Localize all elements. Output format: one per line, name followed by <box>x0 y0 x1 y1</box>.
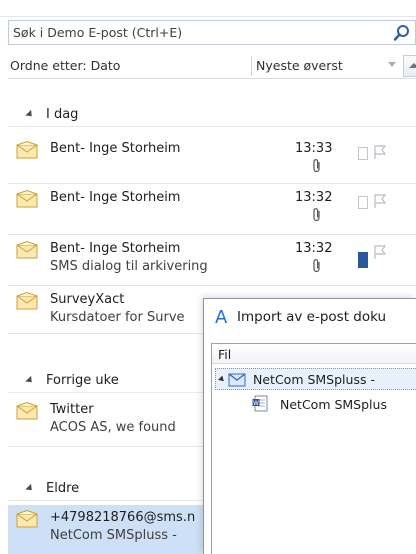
message-row[interactable]: Bent- Inge Storheim 13:33 <box>8 136 416 184</box>
app-logo-icon: A <box>215 307 228 328</box>
message-row[interactable]: Bent- Inge Storheim SMS dialog til arkiv… <box>8 236 416 286</box>
flag-icon[interactable] <box>372 144 388 160</box>
tree-item-email[interactable]: NetCom SMSpluss - <box>215 368 416 390</box>
envelope-icon <box>16 402 38 420</box>
envelope-icon <box>16 510 38 528</box>
mail-icon <box>228 373 246 387</box>
message-sender: Bent- Inge Storheim <box>50 190 181 205</box>
message-sender: SurveyXact <box>50 292 125 307</box>
file-tree: Fil NetCom SMSpluss - W NetCom SMSplus <box>211 343 416 554</box>
scroll-up-button[interactable] <box>403 55 416 77</box>
collapse-caret-icon[interactable] <box>25 109 35 120</box>
message-sender: Bent- Inge Storheim <box>50 241 181 256</box>
message-subject: NetCom SMSpluss - <box>50 528 177 543</box>
message-sender: Twitter <box>50 402 94 417</box>
tree-item-attachment[interactable]: W NetCom SMSplus <box>252 394 416 414</box>
sort-divider <box>251 56 252 76</box>
category-icon[interactable] <box>358 252 368 268</box>
category-icon[interactable] <box>358 196 368 209</box>
top-strip <box>0 0 416 17</box>
search-input[interactable] <box>9 21 379 44</box>
sort-dropdown-arrow-icon[interactable] <box>388 62 396 67</box>
tree-expand-icon[interactable] <box>218 375 226 384</box>
envelope-icon <box>16 141 38 159</box>
envelope-icon <box>16 292 38 310</box>
tree-column-header[interactable]: Fil <box>212 344 416 364</box>
sort-bar: Ordne etter: Dato Nyeste øverst <box>8 53 416 79</box>
dialog-title: Import av e-post doku <box>237 309 387 325</box>
word-document-icon: W <box>252 395 268 412</box>
column-header-label: Fil <box>218 347 232 362</box>
message-time: 13:33 <box>295 141 333 156</box>
import-dialog: A Import av e-post doku Fil NetCom SMSpl… <box>203 298 416 554</box>
message-sender: Bent- Inge Storheim <box>50 141 181 156</box>
group-label: Forrige uke <box>46 373 119 388</box>
tree-item-label: NetCom SMSplus <box>280 397 387 412</box>
envelope-icon <box>16 190 38 208</box>
dialog-title-bar[interactable]: A Import av e-post doku <box>204 299 416 333</box>
flag-icon[interactable] <box>372 193 388 209</box>
svg-text:W: W <box>253 400 259 407</box>
group-label: I dag <box>46 107 79 122</box>
search-icon[interactable] <box>393 24 411 42</box>
attachment-icon <box>313 208 320 222</box>
message-subject: ACOS AS, we found <box>50 420 176 435</box>
group-header-today[interactable]: I dag <box>8 103 416 127</box>
category-icon[interactable] <box>358 147 368 160</box>
message-subject: Kursdatoer for Surve <box>50 310 185 325</box>
attachment-icon <box>313 259 320 273</box>
sort-order-button[interactable]: Nyeste øverst <box>256 58 343 73</box>
group-label: Eldre <box>46 481 80 496</box>
message-time: 13:32 <box>295 190 333 205</box>
collapse-caret-icon[interactable] <box>25 375 35 386</box>
attachment-icon <box>313 159 320 173</box>
message-subject: SMS dialog til arkivering <box>50 259 208 274</box>
tree-item-label: NetCom SMSpluss - <box>253 372 375 387</box>
envelope-icon <box>16 241 38 259</box>
arrange-by-dropdown[interactable]: Ordne etter: Dato <box>10 58 120 73</box>
search-box[interactable] <box>8 20 416 45</box>
collapse-caret-icon[interactable] <box>25 483 35 494</box>
message-time: 13:32 <box>295 241 333 256</box>
flag-icon[interactable] <box>372 244 388 260</box>
message-row[interactable]: Bent- Inge Storheim 13:32 <box>8 185 416 235</box>
message-sender: +4798218766@sms.n <box>50 510 196 525</box>
